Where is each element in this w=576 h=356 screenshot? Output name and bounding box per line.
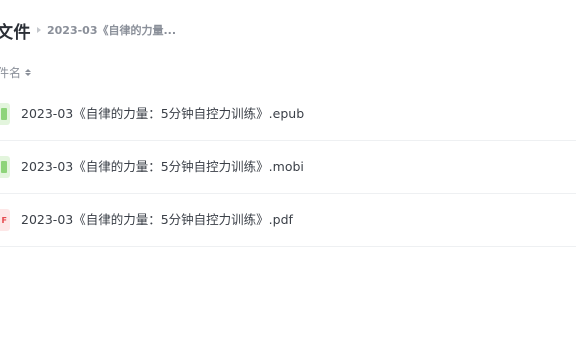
pdf-file-icon-letter: F xyxy=(1,215,7,225)
file-row-pdf[interactable]: F 2023-03《自律的力量：5分钟自控力训练》.pdf xyxy=(0,194,576,247)
page-title: 文件 xyxy=(0,22,31,43)
file-name[interactable]: 2023-03《自律的力量：5分钟自控力训练》.mobi xyxy=(21,141,304,193)
pdf-file-icon: F xyxy=(0,209,10,231)
epub-file-icon xyxy=(0,103,10,125)
breadcrumb-separator-icon xyxy=(37,27,41,33)
file-name[interactable]: 2023-03《自律的力量：5分钟自控力训练》.epub xyxy=(21,88,304,140)
file-row-epub[interactable]: 2023-03《自律的力量：5分钟自控力训练》.epub xyxy=(0,88,576,141)
file-list: 2023-03《自律的力量：5分钟自控力训练》.epub 2023-03《自律的… xyxy=(0,88,576,247)
sort-icon[interactable] xyxy=(25,68,32,76)
file-name[interactable]: 2023-03《自律的力量：5分钟自控力训练》.pdf xyxy=(21,194,293,246)
mobi-file-icon xyxy=(0,156,10,178)
name-column-header[interactable]: 件名 xyxy=(0,63,32,81)
breadcrumb-current[interactable]: 2023-03《自律的力量... xyxy=(47,22,176,38)
file-browser-page: 文件 2023-03《自律的力量... 件名 2023-03《自律的力量：5分钟… xyxy=(0,0,576,356)
header: 文件 2023-03《自律的力量... xyxy=(0,17,176,43)
name-column-label: 件名 xyxy=(0,65,22,80)
file-row-mobi[interactable]: 2023-03《自律的力量：5分钟自控力训练》.mobi xyxy=(0,141,576,194)
